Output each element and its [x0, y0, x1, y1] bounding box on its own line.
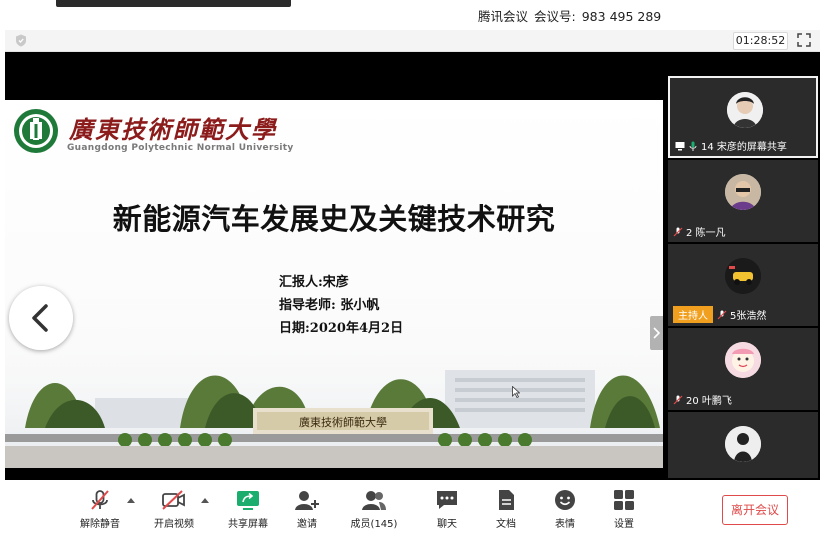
invite-button[interactable]: 邀请	[277, 488, 337, 530]
avatar	[725, 426, 761, 462]
shared-slide: 廣東技術師範大學 Guangdong Polytechnic Normal Un…	[5, 100, 663, 468]
video-stage: 廣東技術師範大學 Guangdong Polytechnic Normal Un…	[5, 52, 820, 480]
title-bar: 腾讯会议 会议号: 983 495 289	[0, 0, 823, 30]
members-label: 成员(145)	[350, 519, 398, 530]
chat-icon	[437, 491, 457, 509]
invite-icon	[295, 491, 319, 510]
participant-tile[interactable]: 2 陈一凡	[668, 160, 818, 242]
meeting-app-name: 腾讯会议	[478, 9, 529, 24]
unmute-button[interactable]: 解除静音	[70, 488, 130, 530]
bottom-toolbar: 解除静音 开启视频 共享屏幕 邀请 成员(145) 聊天 文档 表情 设置 离开…	[0, 480, 823, 542]
mic-muted-icon	[91, 490, 109, 510]
participant-label: 20 叶鹏飞	[686, 396, 732, 407]
participant-tile[interactable]: 14 宋彦的屏幕共享	[668, 76, 818, 158]
participant-label: 2 陈一凡	[686, 228, 726, 239]
slide-title: 新能源汽车发展史及关键技术研究	[112, 202, 556, 236]
mic-muted-icon	[717, 310, 727, 320]
settings-button[interactable]: 设置	[594, 488, 654, 530]
chevron-right-icon	[653, 327, 661, 339]
fullscreen-icon[interactable]	[797, 33, 811, 47]
university-name-cn: 廣東技術師範大學	[69, 115, 277, 144]
unmute-label: 解除静音	[80, 519, 120, 530]
meeting-id[interactable]: 983 495 289	[582, 9, 662, 24]
participant-label: 5张浩然	[730, 311, 767, 322]
mic-active-icon	[689, 141, 697, 151]
window-tab-strip	[56, 0, 291, 7]
participant-tile[interactable]: 主持人 5张浩然	[668, 244, 818, 326]
chevron-left-icon	[32, 304, 48, 332]
avatar	[727, 92, 763, 128]
emoji-label: 表情	[555, 519, 575, 530]
participant-name: 20 叶鹏飞	[673, 392, 732, 407]
members-button[interactable]: 成员(145)	[344, 488, 404, 530]
audio-options-caret[interactable]	[127, 498, 135, 503]
chat-label: 聊天	[437, 519, 457, 530]
start-video-label: 开启视频	[154, 519, 194, 530]
status-bar: 01:28:52	[5, 30, 820, 52]
campus-photo: 廣東技術師範大學	[5, 328, 663, 468]
share-screen-icon	[237, 491, 259, 510]
mouse-cursor-icon	[512, 386, 520, 398]
mic-muted-icon	[673, 227, 683, 237]
participant-name: 主持人 5张浩然	[673, 306, 766, 323]
start-video-button[interactable]: 开启视频	[144, 488, 204, 530]
video-off-icon	[162, 490, 185, 510]
meeting-id-label: 会议号:	[534, 9, 576, 24]
leave-meeting-button[interactable]: 离开会议	[722, 495, 788, 525]
settings-icon	[614, 490, 634, 510]
meeting-timer: 01:28:52	[733, 32, 788, 50]
meeting-info: 腾讯会议 会议号: 983 495 289	[478, 6, 667, 25]
mic-muted-icon	[673, 395, 683, 405]
video-options-caret[interactable]	[201, 498, 209, 503]
host-badge: 主持人	[673, 306, 713, 323]
shield-icon[interactable]	[15, 34, 27, 47]
participant-name: 14 宋彦的屏幕共享	[675, 138, 787, 153]
avatar	[725, 342, 761, 378]
previous-slide-button[interactable]	[9, 286, 73, 350]
university-name-en: Guangdong Polytechnic Normal University	[67, 143, 294, 153]
advisor-line: 指导老师: 张小帆	[279, 298, 380, 313]
gate-sign-text: 廣東技術師範大學	[299, 415, 387, 429]
reporter-line: 汇报人:宋彦	[279, 275, 349, 290]
invite-label: 邀请	[297, 519, 317, 530]
participant-name: 2 陈一凡	[673, 224, 726, 239]
document-label: 文档	[496, 519, 516, 530]
participant-tile[interactable]: 20 叶鹏飞	[668, 328, 818, 410]
document-button[interactable]: 文档	[476, 488, 536, 530]
emoji-icon	[555, 490, 575, 510]
participant-label: 14 宋彦的屏幕共享	[701, 142, 787, 153]
document-icon	[499, 490, 514, 510]
participant-tile[interactable]	[668, 412, 818, 478]
screen-share-icon	[675, 142, 685, 151]
emoji-button[interactable]: 表情	[535, 488, 595, 530]
avatar	[725, 258, 761, 294]
settings-label: 设置	[614, 519, 634, 530]
chat-button[interactable]: 聊天	[417, 488, 477, 530]
collapse-panel-button[interactable]	[650, 316, 663, 350]
members-icon	[362, 491, 386, 510]
share-screen-label: 共享屏幕	[228, 519, 268, 530]
avatar	[725, 174, 761, 210]
share-screen-button[interactable]: 共享屏幕	[218, 488, 278, 530]
university-logo-icon	[14, 109, 58, 153]
